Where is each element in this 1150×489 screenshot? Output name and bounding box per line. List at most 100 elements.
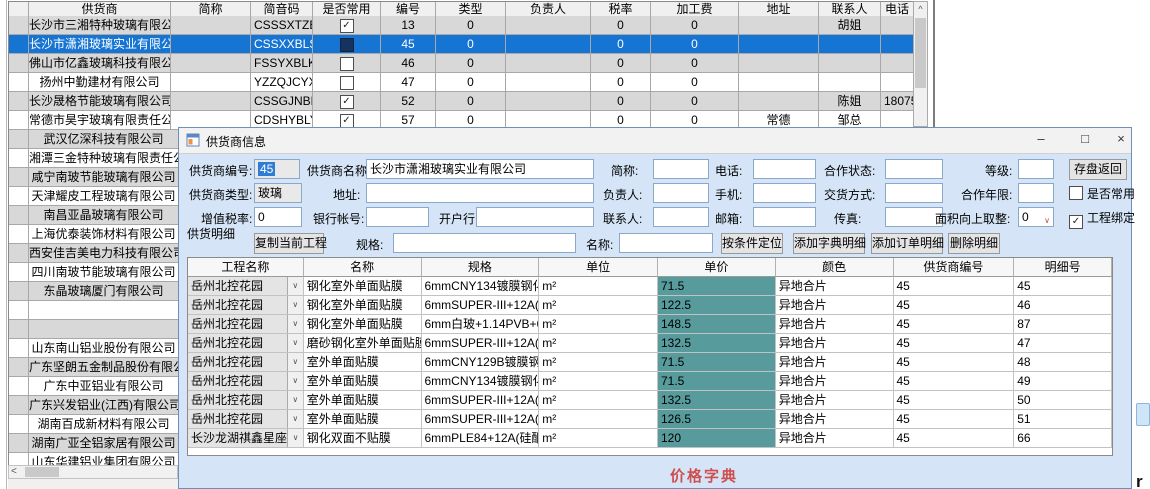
chevron-down-icon[interactable]: ∨ — [287, 315, 303, 333]
contact-cell[interactable] — [819, 73, 881, 92]
owner-cell[interactable] — [506, 73, 591, 92]
project-combobox[interactable]: 岳州北控花园∨ — [188, 334, 304, 353]
address-cell[interactable] — [739, 16, 819, 35]
spec-cell[interactable]: 6mmSUPER-III+12A(硅... — [422, 391, 540, 410]
contact-cell[interactable]: 胡姐 — [819, 16, 881, 35]
unit-cell[interactable]: m² — [539, 391, 658, 410]
type-cell[interactable]: 0 — [436, 16, 506, 35]
supplier-row[interactable]: 上海优泰装饰材料有限公司 — [8, 225, 179, 244]
price-cell[interactable]: 148.5 — [658, 315, 776, 334]
detail-name-cell[interactable]: 钢化双面不贴膜 — [304, 429, 422, 448]
owner-cell[interactable] — [506, 35, 591, 54]
common-use-cell[interactable] — [313, 73, 381, 92]
detail-id-cell[interactable]: 87 — [1014, 315, 1112, 334]
chevron-down-icon[interactable]: ∨ — [287, 296, 303, 314]
maximize-button[interactable]: □ — [1069, 128, 1101, 152]
supplier-name-cell[interactable]: 咸宁南玻节能玻璃有限公司 — [29, 168, 179, 187]
color-cell[interactable]: 异地合片 — [776, 277, 894, 296]
supplier-name-cell[interactable]: 山东南山铝业股份有限公司 — [29, 339, 179, 358]
horizontal-scrollbar[interactable]: < — [8, 465, 178, 479]
supplier-row[interactable]: 湘潭三金特种玻璃有限责任公司 — [8, 149, 179, 168]
spec-cell[interactable]: 6mm白玻+1.14PVB+6mm... — [422, 315, 540, 334]
supplier-id-input[interactable]: 45 — [254, 159, 300, 179]
row-selector[interactable] — [9, 282, 29, 301]
row-selector[interactable] — [9, 358, 29, 377]
supplier-row[interactable]: 广东兴发铝业(江西)有限公司 — [8, 396, 179, 415]
price-cell[interactable]: 122.5 — [658, 296, 776, 315]
dialog-titlebar[interactable]: 供货商信息 – □ × — [179, 128, 1131, 154]
supplier-name-cell[interactable]: 东晶玻璃厦门有限公司 — [29, 282, 179, 301]
supplier-name-cell[interactable]: 长沙市潇湘玻璃实业有限公司 — [29, 35, 171, 54]
price-cell[interactable]: 71.5 — [658, 372, 776, 391]
phone-cell[interactable]: 180751 — [881, 92, 914, 111]
contact-cell[interactable] — [819, 54, 881, 73]
row-selector[interactable] — [9, 415, 29, 434]
supplier-row[interactable]: 西安佳吉美电力科技有限公司 — [8, 244, 179, 263]
fee-cell[interactable]: 0 — [651, 92, 739, 111]
supplier-name-cell[interactable]: 常德市昊宇玻璃有限责任公司 — [29, 111, 171, 130]
detail-name-cell[interactable]: 磨砂钢化室外单面贴膜 — [304, 334, 422, 353]
row-selector[interactable] — [9, 168, 29, 187]
add-dictionary-detail-button[interactable]: 添加字典明细 — [793, 233, 865, 254]
supplier-row[interactable]: 扬州中勤建材有限公司YZZQJCYXGS47000 — [8, 73, 914, 92]
common-use-cell[interactable] — [313, 35, 381, 54]
supplier-row[interactable] — [8, 320, 179, 339]
spec-cell[interactable]: 6mmCNY134镀膜钢化 — [422, 277, 540, 296]
spec-cell[interactable]: 6mmSUPER-III+12A(硅... — [422, 410, 540, 429]
supplier-row[interactable]: 武汉亿深科技有限公司 — [8, 130, 179, 149]
detail-id-cell[interactable]: 47 — [1014, 334, 1112, 353]
row-selector[interactable] — [9, 130, 29, 149]
checkbox-icon[interactable] — [340, 38, 354, 52]
common-use-cell[interactable] — [313, 16, 381, 35]
contact-cell[interactable] — [819, 35, 881, 54]
row-selector[interactable] — [9, 396, 29, 415]
common-use-cell[interactable] — [313, 92, 381, 111]
contact-cell[interactable]: 陈姐 — [819, 92, 881, 111]
tax-cell[interactable]: 0 — [591, 54, 651, 73]
horizontal-scrollbar-thumb[interactable] — [25, 467, 59, 477]
unit-cell[interactable]: m² — [539, 410, 658, 429]
type-cell[interactable]: 0 — [436, 54, 506, 73]
minimize-button[interactable]: – — [1025, 128, 1057, 152]
supplier-name-cell[interactable]: 湘潭三金特种玻璃有限责任公司 — [29, 149, 179, 168]
supplier-row[interactable]: 长沙晟格节能玻璃有限公司CSSGJNBLYXGS52000陈姐180751 — [8, 92, 914, 111]
detail-name-cell[interactable]: 钢化室外单面贴膜 — [304, 277, 422, 296]
supplier-row[interactable]: 山东南山铝业股份有限公司 — [8, 339, 179, 358]
abbr-cell[interactable] — [171, 92, 251, 111]
id-cell[interactable]: 47 — [381, 73, 436, 92]
detail-row[interactable]: 岳州北控花园∨钢化室外单面贴膜6mm白玻+1.14PVB+6mm...m²148… — [188, 315, 1112, 334]
color-cell[interactable]: 异地合片 — [776, 353, 894, 372]
tax-cell[interactable]: 0 — [591, 16, 651, 35]
supplier-row[interactable]: 东晶玻璃厦门有限公司 — [8, 282, 179, 301]
detail-name-cell[interactable]: 钢化室外单面贴膜 — [304, 296, 422, 315]
supplier-name-cell[interactable]: 四川南玻节能玻璃有限公司 — [29, 263, 179, 282]
row-selector[interactable] — [9, 54, 29, 73]
unit-cell[interactable]: m² — [539, 353, 658, 372]
project-bind-checkbox[interactable]: 工程绑定 — [1069, 209, 1135, 225]
spec-cell[interactable]: 6mmSUPER-III+12A(硅... — [422, 296, 540, 315]
type-cell[interactable]: 0 — [436, 92, 506, 111]
chevron-down-icon[interactable]: ∨ — [1044, 212, 1050, 227]
phone-input[interactable] — [753, 159, 816, 179]
supplier-id-cell[interactable]: 45 — [894, 429, 1015, 448]
scroll-left-icon[interactable]: < — [11, 466, 17, 478]
supplier-id-cell[interactable]: 45 — [894, 296, 1015, 315]
common-use-checkbox[interactable]: 是否常用 — [1069, 185, 1135, 201]
project-combobox[interactable]: 岳州北控花园∨ — [188, 296, 304, 315]
address-input[interactable] — [366, 183, 594, 203]
detail-id-cell[interactable]: 45 — [1014, 277, 1112, 296]
checkbox-checked-icon[interactable] — [340, 114, 354, 128]
owner-cell[interactable] — [506, 54, 591, 73]
tax-cell[interactable]: 0 — [591, 92, 651, 111]
supplier-row[interactable]: 南昌亚晶玻璃有限公司 — [8, 206, 179, 225]
supplier-row[interactable]: 佛山市亿鑫玻璃科技有限公司FSSYXBLKJ...46000 — [8, 54, 914, 73]
spec-cell[interactable]: 6mmPLE84+12A(硅酮胶... — [422, 429, 540, 448]
row-selector[interactable] — [9, 16, 29, 35]
checkbox-checked-icon[interactable] — [340, 95, 354, 109]
supplier-row[interactable]: 咸宁南玻节能玻璃有限公司 — [8, 168, 179, 187]
price-cell[interactable]: 71.5 — [658, 353, 776, 372]
color-cell[interactable]: 异地合片 — [776, 296, 894, 315]
type-cell[interactable]: 0 — [436, 73, 506, 92]
tax-cell[interactable]: 0 — [591, 35, 651, 54]
detail-name-cell[interactable]: 室外单面贴膜 — [304, 410, 422, 429]
